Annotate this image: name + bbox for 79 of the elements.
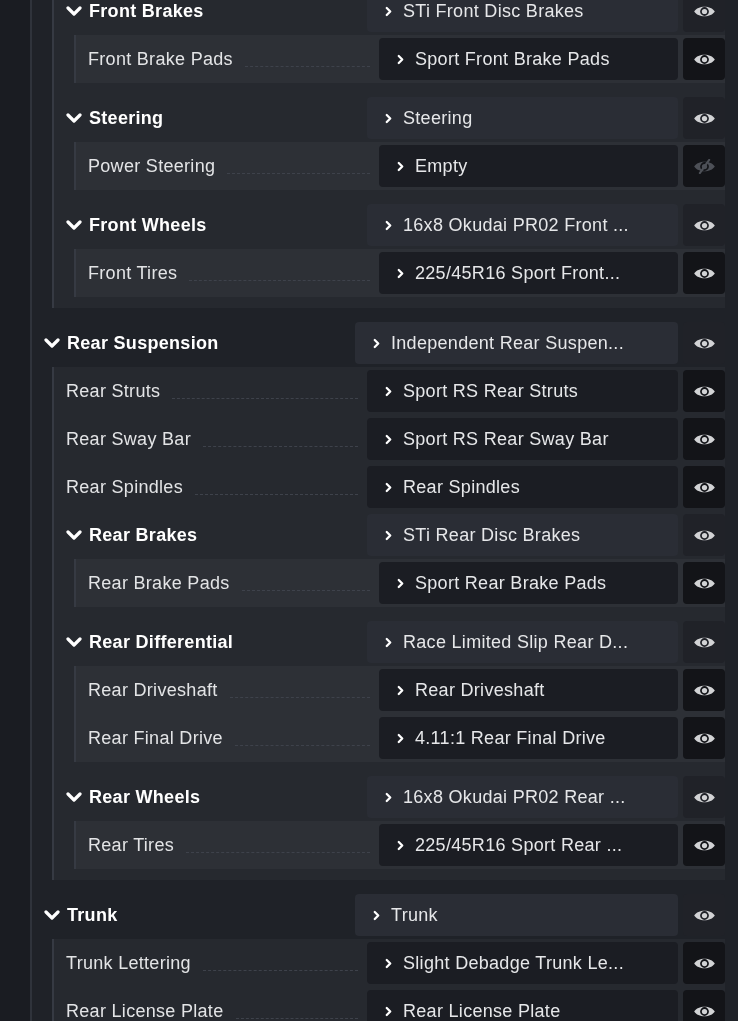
visibility-toggle[interactable] [683, 204, 725, 246]
visibility-toggle[interactable] [683, 824, 725, 866]
visibility-toggle[interactable] [683, 252, 725, 294]
group-toggle[interactable]: Rear Suspension [44, 332, 219, 354]
part-select[interactable]: Sport RS Rear Sway Bar [367, 418, 678, 460]
chevron-right-icon [385, 791, 392, 803]
chevron-right-icon [385, 957, 392, 969]
visibility-toggle[interactable] [683, 717, 725, 759]
chevron-right-icon [385, 5, 392, 17]
part-select[interactable]: 225/45R16 Sport Front... [379, 252, 678, 294]
group-toggle[interactable]: Rear Wheels [66, 786, 201, 808]
visibility-toggle[interactable] [683, 38, 725, 80]
part-slot-label: Front Brake Pads [88, 48, 233, 70]
part-select[interactable]: 16x8 Okudai PR02 Rear ... [367, 776, 678, 818]
visibility-toggle[interactable] [683, 669, 725, 711]
group-toggle[interactable]: Trunk [44, 904, 118, 926]
part-slot-label: Rear Sway Bar [66, 428, 191, 450]
chevron-right-icon [397, 577, 404, 589]
part-select[interactable]: Sport Rear Brake Pads [379, 562, 678, 604]
part-select[interactable]: Slight Debadge Trunk Le... [367, 942, 678, 984]
chevron-right-icon [385, 481, 392, 493]
part-select[interactable]: Rear Spindles [367, 466, 678, 508]
part-select[interactable]: 225/45R16 Sport Rear ... [379, 824, 678, 866]
part-slot-label: Rear Brake Pads [88, 572, 230, 594]
part-select[interactable]: Steering [367, 97, 678, 139]
part-select[interactable]: Sport RS Rear Struts [367, 370, 678, 412]
part-select[interactable]: 4.11:1 Rear Final Drive [379, 717, 678, 759]
part-select[interactable]: 16x8 Okudai PR02 Front ... [367, 204, 678, 246]
group-toggle[interactable]: Rear Differential [66, 631, 234, 653]
visibility-toggle[interactable] [683, 466, 725, 508]
part-slot-label: Rear Driveshaft [88, 679, 218, 701]
visibility-toggle[interactable] [683, 418, 725, 460]
visibility-toggle[interactable] [683, 145, 725, 187]
chevron-right-icon [373, 909, 380, 921]
visibility-toggle[interactable] [683, 370, 725, 412]
visibility-toggle[interactable] [683, 621, 725, 663]
group-toggle[interactable]: Front Wheels [66, 214, 207, 236]
visibility-toggle[interactable] [683, 0, 725, 32]
part-select[interactable]: STi Front Disc Brakes [367, 0, 678, 32]
part-select[interactable]: Rear License Plate [367, 990, 678, 1021]
chevron-right-icon [397, 53, 404, 65]
chevron-right-icon [397, 267, 404, 279]
visibility-toggle[interactable] [683, 514, 725, 556]
part-select[interactable]: STi Rear Disc Brakes [367, 514, 678, 556]
visibility-toggle[interactable] [683, 97, 725, 139]
visibility-toggle[interactable] [683, 776, 725, 818]
visibility-toggle[interactable] [683, 562, 725, 604]
chevron-right-icon [397, 839, 404, 851]
part-slot-label: Rear Spindles [66, 476, 183, 498]
part-slot-label: Power Steering [88, 155, 216, 177]
part-slot-label: Rear Tires [88, 834, 175, 856]
visibility-toggle[interactable] [683, 942, 725, 984]
part-select[interactable]: Independent Rear Suspen... [355, 322, 678, 364]
part-slot-label: Rear Final Drive [88, 727, 223, 749]
part-select[interactable]: Rear Driveshaft [379, 669, 678, 711]
chevron-right-icon [385, 219, 392, 231]
group-toggle[interactable]: Steering [66, 107, 164, 129]
chevron-right-icon [397, 160, 404, 172]
chevron-right-icon [385, 636, 392, 648]
visibility-toggle[interactable] [683, 990, 725, 1021]
part-slot-label: Rear License Plate [66, 1000, 224, 1021]
chevron-right-icon [385, 529, 392, 541]
part-select[interactable]: Trunk [355, 894, 678, 936]
chevron-right-icon [385, 1005, 392, 1017]
chevron-right-icon [385, 385, 392, 397]
chevron-right-icon [397, 684, 404, 696]
chevron-right-icon [385, 112, 392, 124]
group-toggle[interactable]: Front Brakes [66, 0, 204, 22]
chevron-right-icon [373, 337, 380, 349]
part-select[interactable]: Sport Front Brake Pads [379, 38, 678, 80]
part-select[interactable]: Empty [379, 145, 678, 187]
group-toggle[interactable]: Rear Brakes [66, 524, 198, 546]
chevron-right-icon [385, 433, 392, 445]
part-slot-label: Front Tires [88, 262, 178, 284]
part-slot-label: Rear Struts [66, 380, 161, 402]
chevron-right-icon [397, 732, 404, 744]
part-slot-label: Trunk Lettering [66, 952, 191, 974]
part-select[interactable]: Race Limited Slip Rear D... [367, 621, 678, 663]
eye-slash-icon [692, 158, 716, 174]
